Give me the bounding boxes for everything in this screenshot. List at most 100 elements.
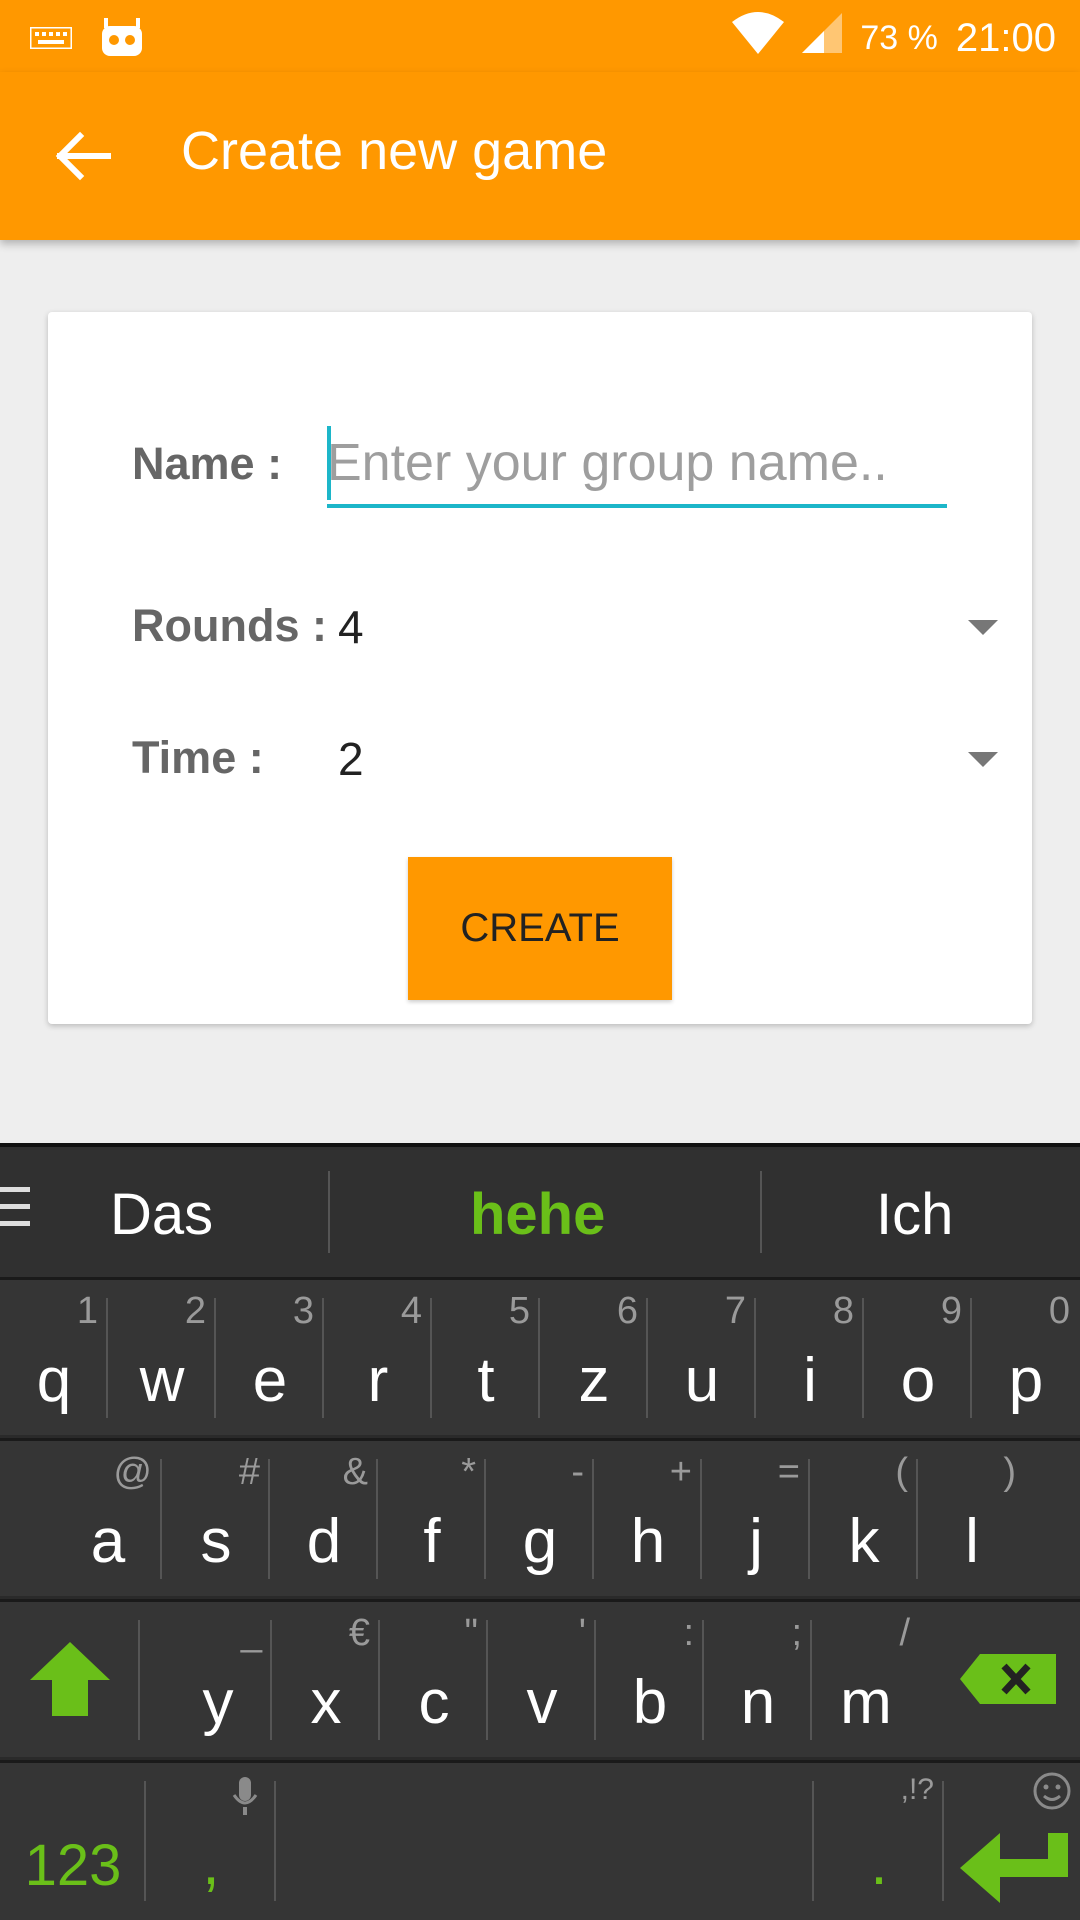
rounds-dropdown[interactable]: 4 — [338, 592, 998, 672]
key-u[interactable]: u7 — [648, 1280, 756, 1438]
key-o[interactable]: o9 — [864, 1280, 972, 1438]
key-s[interactable]: s # — [162, 1441, 270, 1599]
key-m[interactable]: m / — [812, 1602, 920, 1760]
key-e[interactable]: e3 — [216, 1280, 324, 1438]
key-alt-label: * — [461, 1451, 476, 1493]
key-f[interactable]: f * — [378, 1441, 486, 1599]
numbers-key[interactable]: 123 — [0, 1763, 146, 1920]
key-alt-label: / — [899, 1612, 910, 1654]
dropdown-arrow-icon — [968, 620, 998, 635]
key-b[interactable]: b: — [596, 1602, 704, 1760]
time-dropdown[interactable]: 2 — [338, 724, 998, 804]
key-alt-label: @ — [113, 1451, 152, 1493]
name-label: Name : — [132, 438, 283, 489]
key-label: i — [803, 1346, 817, 1415]
key-j[interactable]: j = — [702, 1441, 810, 1599]
key-row-3: y _ x € c " v ' b: n; m / — [0, 1599, 1080, 1757]
key-label: c — [418, 1668, 450, 1737]
shift-key[interactable] — [0, 1602, 140, 1760]
android-robot-icon — [100, 18, 144, 63]
key-label: d — [306, 1507, 342, 1576]
key-alt-label: ( — [895, 1451, 908, 1493]
key-label: a — [90, 1507, 126, 1576]
key-label: j — [749, 1507, 763, 1576]
backspace-key[interactable] — [940, 1602, 1080, 1760]
key-label: x — [310, 1668, 342, 1737]
app-bar: Create new game — [0, 72, 1080, 240]
key-alt-label: ; — [791, 1612, 802, 1654]
key-alt-label: 9 — [940, 1290, 962, 1332]
key-y[interactable]: y _ — [164, 1602, 272, 1760]
key-alt-label: # — [238, 1451, 260, 1493]
key-i[interactable]: i8 — [756, 1280, 864, 1438]
key-label: g — [522, 1507, 558, 1576]
key-v[interactable]: v ' — [488, 1602, 596, 1760]
key-q[interactable]: q1 — [0, 1280, 108, 1438]
keyboard-icon — [28, 25, 74, 54]
key-row-2: a @ s # d & f * g - h + j = k(l) — [0, 1438, 1080, 1596]
key-r[interactable]: r4 — [324, 1280, 432, 1438]
key-label: q — [36, 1346, 72, 1415]
dropdown-arrow-icon — [968, 752, 998, 767]
key-c[interactable]: c " — [380, 1602, 488, 1760]
key-w[interactable]: w2 — [108, 1280, 216, 1438]
key-x[interactable]: x € — [272, 1602, 380, 1760]
key-alt-label: ' — [578, 1612, 586, 1654]
soft-keyboard: Das hehe Ich q1w2e3r4t5z6u7i8o9p0 a @ s # d &… — [0, 1143, 1080, 1920]
suggestion-strip: Das hehe Ich — [0, 1147, 1080, 1277]
microphone-icon — [232, 1777, 258, 1822]
key-alt-label: 2 — [184, 1290, 206, 1332]
key-k[interactable]: k( — [810, 1441, 918, 1599]
space-key[interactable] — [276, 1763, 814, 1920]
group-name-input[interactable] — [327, 422, 947, 508]
key-alt-label: 3 — [292, 1290, 314, 1332]
key-z[interactable]: z6 — [540, 1280, 648, 1438]
key-label: r — [367, 1346, 389, 1415]
key-label: w — [139, 1346, 185, 1415]
key-label: o — [900, 1346, 936, 1415]
period-key[interactable]: . ,!? — [814, 1763, 944, 1920]
back-arrow-icon[interactable] — [52, 124, 116, 188]
key-alt-label: - — [571, 1451, 584, 1493]
key-alt-label: " — [464, 1612, 479, 1654]
time-value: 2 — [338, 733, 364, 785]
page-title: Create new game — [181, 121, 608, 181]
wifi-icon — [732, 12, 785, 64]
key-label: v — [526, 1668, 558, 1737]
key-alt-label: : — [683, 1612, 694, 1654]
key-label: b — [632, 1668, 668, 1737]
key-l[interactable]: l) — [918, 1441, 1026, 1599]
suggestion-1[interactable]: Das — [110, 1181, 213, 1248]
key-a[interactable]: a @ — [54, 1441, 162, 1599]
suggestion-2[interactable]: hehe — [470, 1181, 605, 1248]
suggestion-3[interactable]: Ich — [876, 1181, 953, 1248]
clock: 21:00 — [955, 15, 1056, 60]
comma-label: , — [202, 1829, 220, 1898]
key-t[interactable]: t5 — [432, 1280, 540, 1438]
key-alt-label: ) — [1003, 1451, 1016, 1493]
key-n[interactable]: n; — [704, 1602, 812, 1760]
key-alt-label: 8 — [832, 1290, 854, 1332]
key-p[interactable]: p0 — [972, 1280, 1080, 1438]
menu-icon[interactable] — [0, 1187, 30, 1238]
key-label: e — [252, 1346, 288, 1415]
key-h[interactable]: h + — [594, 1441, 702, 1599]
enter-key[interactable] — [944, 1763, 1080, 1920]
period-label: . — [870, 1829, 888, 1898]
status-bar: 73 % 21:00 — [0, 0, 1080, 72]
key-label: m — [840, 1668, 892, 1737]
key-g[interactable]: g- — [486, 1441, 594, 1599]
key-alt-label: 5 — [508, 1290, 530, 1332]
divider — [328, 1171, 330, 1253]
key-alt-label: = — [777, 1451, 800, 1493]
comma-key[interactable]: , — [146, 1763, 276, 1920]
key-label: k — [848, 1507, 880, 1576]
key-alt-label: _ — [240, 1612, 262, 1654]
enter-arrow-icon — [960, 1833, 1068, 1903]
key-alt-label: € — [348, 1612, 370, 1654]
text-cursor — [327, 426, 331, 500]
create-button[interactable]: CREATE — [408, 857, 672, 1000]
key-label: u — [684, 1346, 720, 1415]
key-d[interactable]: d & — [270, 1441, 378, 1599]
numbers-key-label: 123 — [24, 1833, 122, 1898]
